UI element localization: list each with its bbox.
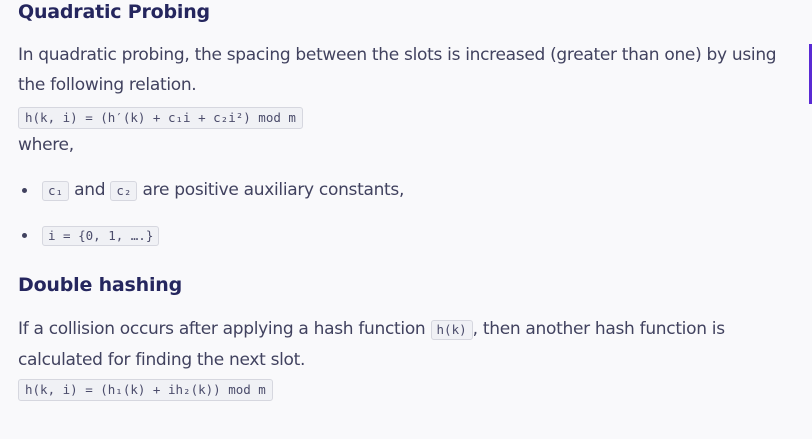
inline-code-c1: c₁	[42, 181, 70, 201]
inline-code-hk: h(k)	[430, 320, 473, 340]
constants-list: c₁ and c₂ are positive auxiliary constan…	[18, 175, 404, 251]
and-text: and	[74, 180, 106, 200]
inline-code-i-range: i = {0, 1, ….}	[42, 226, 160, 246]
double-hashing-formula-code: h(k, i) = (h₁(k) + ih₂(k)) mod m	[18, 379, 273, 401]
inline-code-c2: c₂	[110, 181, 138, 201]
section-heading-quadratic-probing: Quadratic Probing	[18, 1, 210, 23]
list-item: i = {0, 1, ….}	[18, 220, 404, 251]
bullet-dot-icon	[22, 188, 27, 193]
constants-description: are positive auxiliary constants,	[142, 180, 405, 200]
section-heading-double-hashing: Double hashing	[18, 274, 182, 296]
quadratic-intro-paragraph: In quadratic probing, the spacing betwee…	[18, 45, 777, 95]
double-text-before: If a collision occurs after applying a h…	[18, 319, 426, 339]
where-label: where,	[18, 135, 74, 155]
double-hashing-paragraph: If a collision occurs after applying a h…	[18, 314, 798, 375]
list-item: c₁ and c₂ are positive auxiliary constan…	[18, 175, 404, 206]
quadratic-formula-code: h(k, i) = (h′(k) + c₁i + c₂i²) mod m	[18, 107, 303, 129]
bullet-dot-icon	[22, 233, 27, 238]
